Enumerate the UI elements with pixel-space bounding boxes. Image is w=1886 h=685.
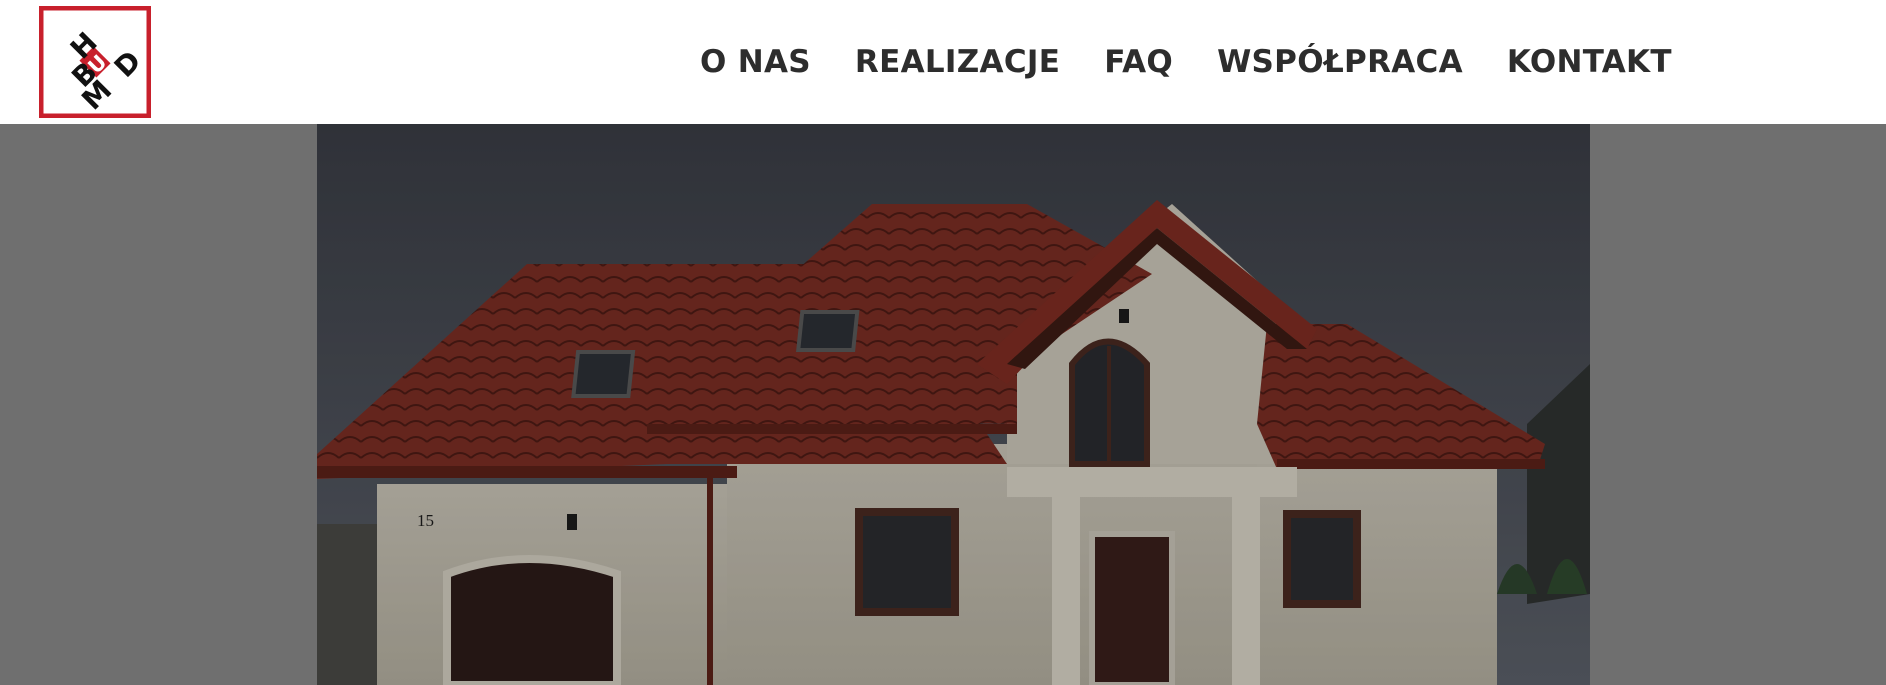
nav-item-o-nas[interactable]: O NAS bbox=[700, 44, 811, 80]
nav-item-kontakt[interactable]: KONTAKT bbox=[1507, 44, 1672, 80]
company-logo: B H U M D bbox=[38, 5, 152, 119]
hero-image: 15 bbox=[317, 124, 1590, 685]
site-header: B H U M D O NAS REALIZACJE FAQ WSPÓŁPRAC… bbox=[0, 0, 1886, 124]
hero-dim-overlay bbox=[317, 124, 1590, 685]
nav-item-wspolpraca[interactable]: WSPÓŁPRACA bbox=[1217, 44, 1463, 80]
nav-item-faq[interactable]: FAQ bbox=[1104, 44, 1173, 80]
main-nav: O NAS REALIZACJE FAQ WSPÓŁPRACA KONTAKT bbox=[700, 0, 1716, 124]
nav-item-realizacje[interactable]: REALIZACJE bbox=[855, 44, 1060, 80]
logo-link[interactable]: B H U M D bbox=[38, 5, 152, 119]
